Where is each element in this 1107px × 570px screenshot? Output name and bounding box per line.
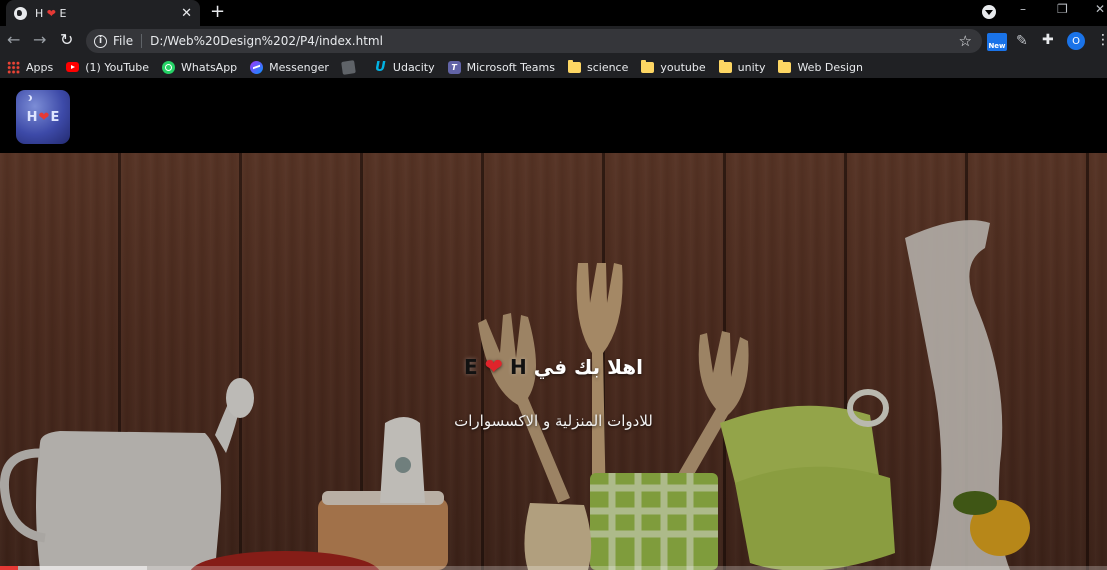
udacity-icon: U <box>375 59 386 75</box>
folder-icon <box>778 59 792 73</box>
bookmark-folder-web-design[interactable]: Web Design <box>778 59 863 74</box>
extensions-puzzle-icon[interactable]: ✚ <box>1042 32 1054 48</box>
restore-button[interactable]: ❐ <box>1057 2 1068 16</box>
moon-icon <box>24 95 30 101</box>
hero-subtitle: للادوات المنزلية و الاكسسوارات <box>454 412 653 430</box>
menu-kebab-icon[interactable]: ⋮ <box>1096 32 1107 48</box>
bookmark-whatsapp[interactable]: WhatsApp <box>162 60 237 74</box>
tab-search-dropdown-icon[interactable] <box>982 5 996 19</box>
folder-icon <box>718 59 732 73</box>
video-progress-bar[interactable] <box>0 566 1107 570</box>
whatsapp-icon <box>162 60 176 74</box>
hero-section: اهلا بك في E ❤ H للادوات المنزلية و الاك… <box>0 153 1107 570</box>
hero-brand-h: H <box>510 355 527 379</box>
heart-icon: ❤ <box>484 355 504 380</box>
window-close-button[interactable]: ✕ <box>1095 2 1105 16</box>
url-text[interactable]: D:/Web%20Design%202/P4/index.html <box>150 34 383 48</box>
apps-grid-icon <box>7 60 20 74</box>
hero-brand-e: E <box>463 355 478 379</box>
browser-toolbar: ← → ↻ i File D:/Web%20Design%202/P4/inde… <box>0 26 1107 56</box>
teams-icon: T <box>447 60 461 74</box>
hero-title: اهلا بك في E ❤ H <box>0 355 1107 380</box>
web-page: H ❤ E اهلا بك في E ❤ H للادوات المنزلية … <box>0 82 1107 570</box>
bookmark-icon <box>341 59 356 75</box>
browser-tab[interactable]: H ❤ E ✕ <box>6 0 200 26</box>
forward-button[interactable]: → <box>33 31 46 49</box>
url-scheme-label: File <box>113 34 134 48</box>
bookmarks-bar: Apps (1) YouTube WhatsApp Messenger U Uda… <box>0 56 1107 78</box>
info-icon[interactable]: i <box>94 34 107 48</box>
new-tab-button[interactable]: + <box>210 3 225 21</box>
tab-title: H ❤ E <box>35 6 67 20</box>
minimize-button[interactable]: – <box>1020 2 1026 16</box>
address-bar[interactable]: i File D:/Web%20Design%202/P4/index.html… <box>86 29 982 53</box>
bookmark-folder-youtube[interactable]: youtube <box>641 59 706 74</box>
site-header: H ❤ E <box>0 82 1107 153</box>
profile-avatar[interactable]: O <box>1067 32 1085 50</box>
reload-button[interactable]: ↻ <box>60 31 73 49</box>
bookmark-messenger[interactable]: Messenger <box>250 60 329 74</box>
back-button[interactable]: ← <box>7 31 20 49</box>
bookmark-teams[interactable]: T Microsoft Teams <box>447 60 555 74</box>
pen-extension-icon[interactable]: ✎ <box>1016 33 1028 49</box>
bookmark-folder-science[interactable]: science <box>567 59 628 74</box>
video-buffer-bar <box>17 566 148 570</box>
folder-icon <box>567 59 581 73</box>
extension-new-icon[interactable]: New <box>987 33 1007 51</box>
youtube-icon <box>66 62 80 72</box>
divider <box>141 34 143 48</box>
bookmark-apps[interactable]: Apps <box>7 60 53 74</box>
messenger-icon <box>250 60 264 74</box>
video-played-bar <box>0 566 18 570</box>
bookmark-folder-unity[interactable]: unity <box>718 59 765 74</box>
folder-icon <box>641 59 655 73</box>
globe-icon <box>14 6 27 20</box>
tab-close-button[interactable]: ✕ <box>181 6 192 21</box>
bookmark-youtube[interactable]: (1) YouTube <box>66 61 149 74</box>
bookmark-udacity[interactable]: U Udacity <box>374 59 434 75</box>
bookmark-unlabeled[interactable] <box>341 59 361 75</box>
bookmark-star-icon[interactable]: ☆ <box>959 32 972 50</box>
hero-title-prefix: اهلا بك في <box>533 355 644 379</box>
tab-strip: H ❤ E ✕ + – ❐ ✕ <box>0 0 1107 26</box>
site-logo[interactable]: H ❤ E <box>16 90 70 144</box>
